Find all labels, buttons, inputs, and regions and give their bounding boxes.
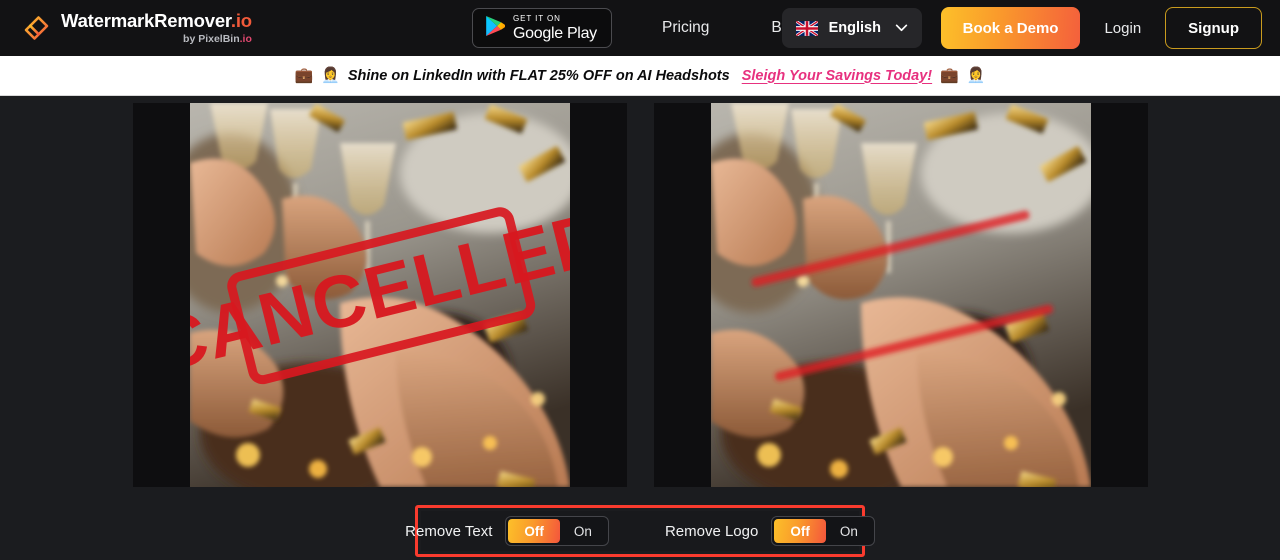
brand-byline: by PixelBin.io — [183, 33, 252, 45]
promo-banner-cta-link[interactable]: Sleigh Your Savings Today! — [742, 68, 932, 84]
google-play-badge[interactable]: GET IT ON Google Play — [472, 8, 612, 48]
remove-logo-label: Remove Logo — [664, 522, 759, 540]
language-selector[interactable]: English — [781, 8, 922, 48]
after-image-pane[interactable] — [654, 103, 1148, 487]
remove-logo-off-option[interactable]: Off — [774, 519, 826, 543]
book-a-demo-button[interactable]: Book a Demo — [940, 7, 1081, 49]
before-image-pane[interactable]: CANCELLED — [133, 103, 627, 487]
remove-text-control: Remove Text Off On — [405, 516, 609, 546]
promo-emoji-left-1: 💼 — [294, 67, 314, 84]
eraser-icon — [20, 12, 52, 44]
after-image — [711, 103, 1091, 487]
google-play-line1: GET IT ON — [513, 13, 561, 23]
promo-banner-text: Shine on LinkedIn with FLAT 25% OFF on A… — [347, 67, 730, 84]
promo-emoji-left-2: 👩‍💼 — [321, 67, 340, 84]
brand-text: WatermarkRemover.io by PixelBin.io — [61, 9, 252, 45]
nav-link-pricing[interactable]: Pricing — [662, 19, 709, 37]
before-after-compare: CANCELLED — [133, 103, 1148, 487]
signup-button[interactable]: Signup — [1165, 7, 1262, 49]
promo-emoji-right-2: 👩‍💼 — [966, 67, 986, 84]
remove-text-off-option[interactable]: Off — [508, 519, 560, 543]
promo-emoji-right-1: 💼 — [940, 67, 959, 84]
remove-logo-control: Remove Logo Off On — [665, 516, 875, 546]
brand-tld: .io — [230, 9, 252, 31]
removal-controls: Remove Text Off On Remove Logo Off On — [405, 511, 875, 551]
google-play-line2: Google Play — [513, 24, 597, 42]
promo-banner: 💼 👩‍💼 Shine on LinkedIn with FLAT 25% OF… — [0, 56, 1280, 96]
controls-highlight-frame: Remove Text Off On Remove Logo Off On — [405, 505, 875, 557]
language-selected-label: English — [828, 20, 881, 36]
remove-text-on-option[interactable]: On — [560, 519, 606, 543]
byline-tld: .io — [239, 33, 252, 45]
editor-stage: CANCELLED Remove Text Off On Remove Logo… — [0, 97, 1280, 560]
header-center-nav: GET IT ON Google Play Pricing Blog — [472, 0, 802, 56]
brand-logo[interactable]: WatermarkRemover.io by PixelBin.io — [20, 9, 252, 45]
google-play-icon — [485, 15, 506, 42]
site-header: WatermarkRemover.io by PixelBin.io GET I… — [0, 0, 1280, 56]
remove-text-label: Remove Text — [405, 522, 493, 540]
uk-flag-icon — [795, 20, 818, 36]
remove-logo-toggle[interactable]: Off On — [771, 516, 875, 546]
login-link[interactable]: Login — [1104, 20, 1141, 37]
header-right-actions: English Book a Demo Login Signup — [781, 0, 1262, 56]
google-play-text: GET IT ON Google Play — [513, 13, 597, 42]
brand-name: WatermarkRemover.io — [61, 9, 252, 31]
remove-logo-on-option[interactable]: On — [826, 519, 872, 543]
remove-text-toggle[interactable]: Off On — [505, 516, 609, 546]
before-image: CANCELLED — [190, 103, 570, 487]
chevron-down-icon — [895, 24, 908, 32]
